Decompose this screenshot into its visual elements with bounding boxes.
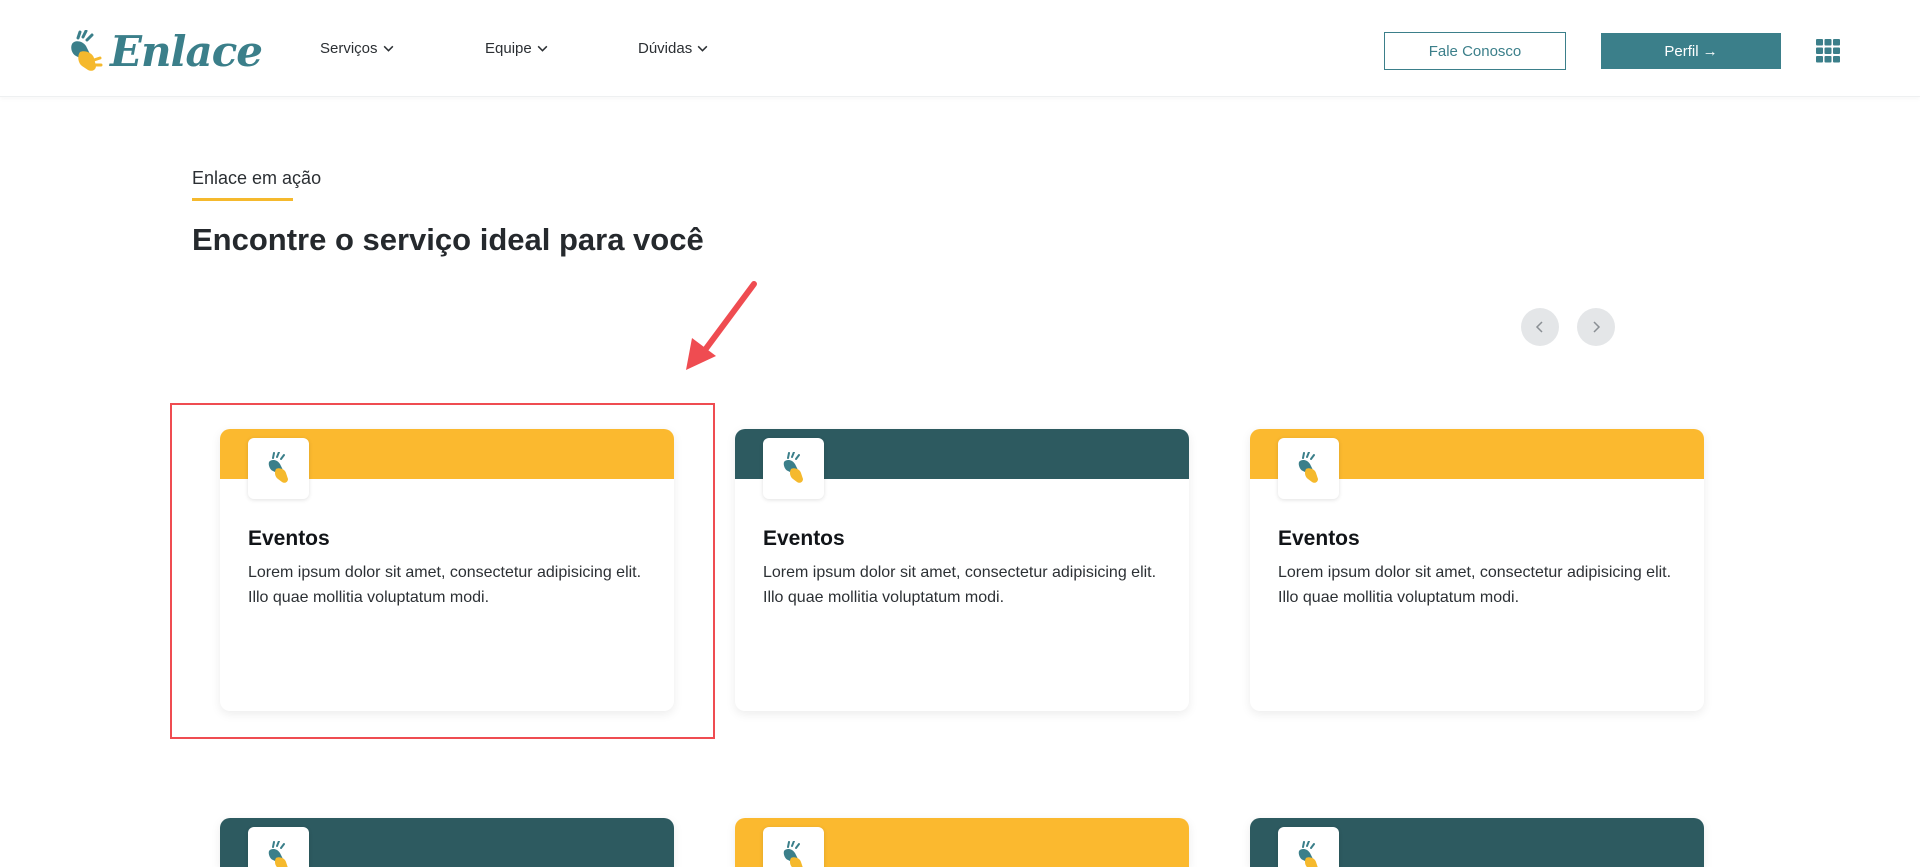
nav-item-label: Equipe [485, 40, 532, 57]
profile-button[interactable]: Perfil → [1601, 33, 1781, 69]
card-text: Lorem ipsum dolor sit amet, consectetur … [763, 564, 1157, 606]
logo-text: Enlace [110, 27, 263, 76]
card-icon-box [248, 827, 309, 867]
hand-sign-icon [783, 840, 803, 867]
contact-button[interactable]: Fale Conosco [1384, 32, 1566, 70]
hand-sign-icon [783, 451, 803, 483]
chevron-down-icon [383, 45, 393, 52]
section-title: Encontre o serviço ideal para você [192, 222, 704, 257]
service-card[interactable]: Eventos Lorem ipsum dolor sit amet, cons… [1250, 429, 1704, 711]
card-icon-box [1278, 827, 1339, 867]
nav-item-label: Dúvidas [638, 40, 693, 57]
chevron-left-icon [1535, 321, 1543, 333]
nav-item-label: Serviços [320, 40, 378, 57]
service-card[interactable] [735, 818, 1189, 867]
nav-item-duvidas[interactable]: Dúvidas [638, 40, 709, 57]
hand-sign-icon [71, 30, 103, 71]
chevron-down-icon [697, 45, 708, 52]
card-title: Eventos [1278, 527, 1360, 550]
site-header: Enlace Serviços Equipe Dúvidas Fale Cono… [0, 0, 1920, 97]
service-card[interactable]: Eventos Lorem ipsum dolor sit amet, cons… [735, 429, 1189, 711]
arrow-right-icon: → [1702, 42, 1718, 60]
card-title: Eventos [763, 527, 845, 550]
card-icon-box [1278, 438, 1339, 499]
nav-item-servicos[interactable]: Serviços [320, 40, 395, 57]
chevron-down-icon [537, 45, 548, 52]
annotation-highlight-box [170, 403, 715, 739]
profile-button-label: Perfil [1664, 42, 1699, 60]
hand-sign-icon [1298, 451, 1318, 483]
service-card[interactable] [220, 818, 674, 867]
eyebrow-underline [192, 198, 293, 201]
carousel-prev-button[interactable] [1521, 308, 1559, 346]
hand-sign-icon [1298, 840, 1318, 867]
carousel-next-button[interactable] [1577, 308, 1615, 346]
card-icon-box [763, 438, 824, 499]
hand-sign-icon [268, 840, 288, 867]
grid-apps-icon[interactable] [1815, 39, 1841, 63]
annotation-arrow [686, 281, 757, 370]
logo[interactable]: Enlace [64, 27, 263, 76]
card-text: Lorem ipsum dolor sit amet, consectetur … [1278, 564, 1672, 606]
nav-item-equipe[interactable]: Equipe [485, 40, 549, 57]
card-icon-box [763, 827, 824, 867]
section-eyebrow: Enlace em ação [192, 168, 322, 188]
service-card[interactable] [1250, 818, 1704, 867]
chevron-right-icon [1593, 321, 1601, 333]
